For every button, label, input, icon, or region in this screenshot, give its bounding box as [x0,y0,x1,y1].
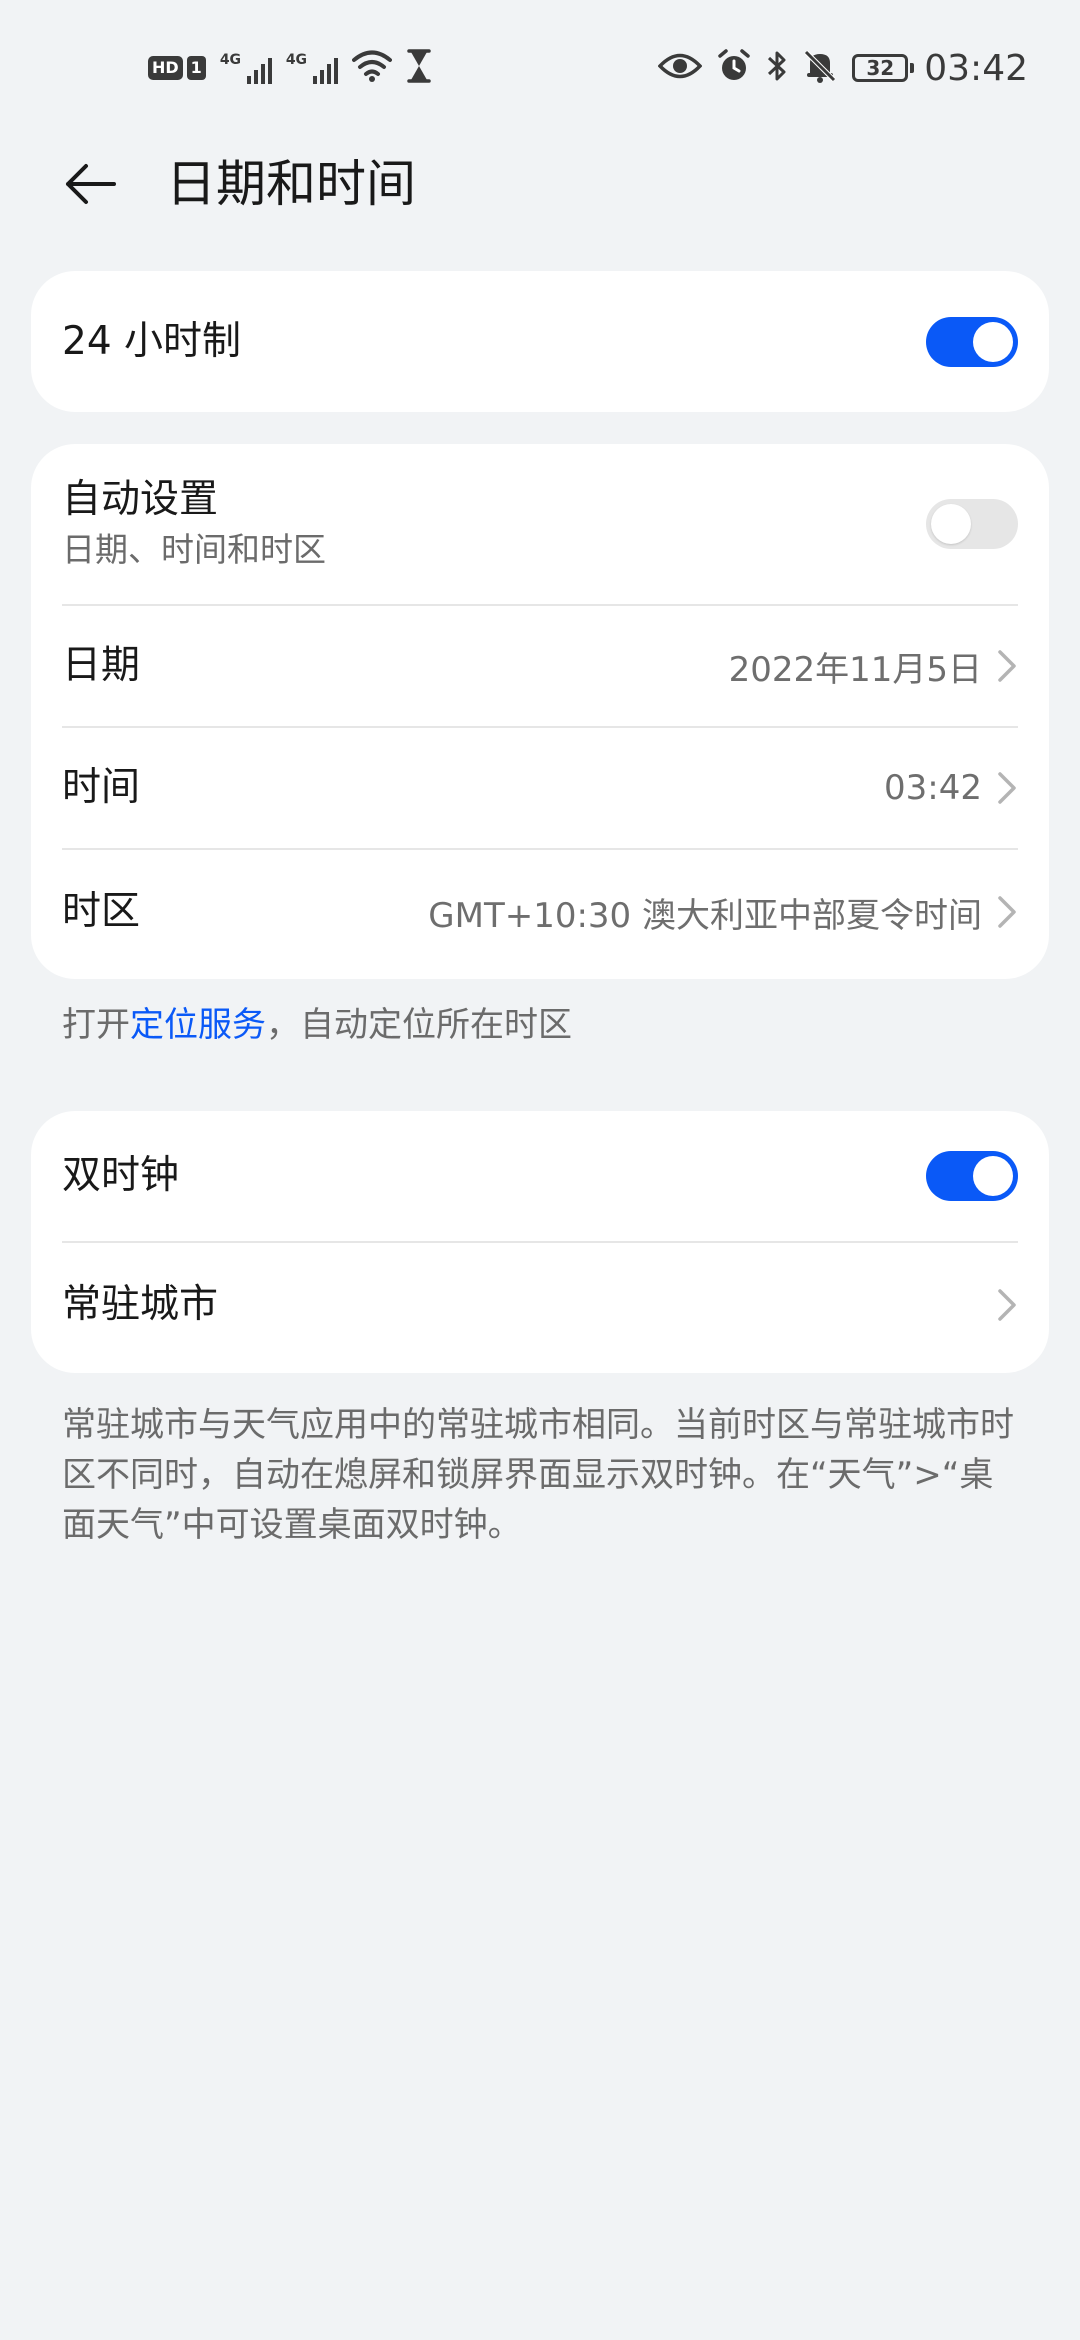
row-dual-clock[interactable]: 双时钟 [62,1111,1018,1241]
timezone-value: GMT+10:30 澳大利亚中部夏令时间 [428,895,982,936]
status-bar-left: HD 1 4G 4G [148,44,432,92]
location-note: 打开定位服务，自动定位所在时区 [62,1000,1022,1050]
date-label: 日期 [62,643,141,688]
back-button[interactable] [54,152,126,216]
page-title: 日期和时间 [166,155,416,213]
toggle-knob [973,1156,1013,1196]
location-note-suffix: ，自动定位所在时区 [266,1005,572,1045]
row-timezone[interactable]: 时区 GMT+10:30 澳大利亚中部夏令时间 [62,850,1018,974]
network-type-label: 4G [219,52,242,68]
cellular-signal-icon-2: 4G [286,50,338,86]
bluetooth-icon [766,48,788,88]
auto-set-text: 自动设置 日期、时间和时区 [62,476,326,572]
status-bar-right: 32 03:42 [657,44,1028,92]
time-label: 时间 [62,765,141,810]
eye-icon [657,51,703,85]
wifi-icon [351,49,392,87]
row-date[interactable]: 日期 2022年11月5日 [62,606,1018,726]
auto-set-title: 自动设置 [62,477,219,522]
dual-clock-label: 双时钟 [62,1153,180,1198]
cellular-signal-icon: 4G [220,50,272,86]
chevron-right-icon [998,1289,1016,1321]
auto-set-subtitle: 日期、时间和时区 [62,530,326,569]
timezone-value-wrap: GMT+10:30 澳大利亚中部夏令时间 [428,888,1018,937]
date-value: 2022年11月5日 [728,649,982,690]
row-24-hour[interactable]: 24 小时制 [62,271,1018,412]
hd-voice-icon: HD 1 [148,56,206,80]
card-date-time: 自动设置 日期、时间和时区 日期 2022年11月5日 时间 03:42 时区 … [31,444,1049,979]
chevron-right-icon [998,896,1016,928]
row-time[interactable]: 时间 03:42 [62,728,1018,848]
battery-icon: 32 [852,54,915,82]
alarm-icon [716,48,752,88]
location-note-prefix: 打开 [62,1005,130,1045]
auto-set-toggle[interactable] [926,499,1018,549]
sim-label: 1 [186,56,206,80]
time-value-wrap: 03:42 [884,768,1018,808]
chevron-right-icon [998,772,1016,804]
toggle-knob [973,321,1013,362]
date-value-wrap: 2022年11月5日 [729,642,1018,691]
row-home-city[interactable]: 常驻城市 [62,1243,1018,1367]
dual-clock-toggle[interactable] [926,1151,1018,1201]
hd-label: HD [148,56,183,80]
network-type-label-2: 4G [285,52,308,68]
row-auto-set[interactable]: 自动设置 日期、时间和时区 [62,444,1018,604]
status-time: 03:42 [924,47,1028,89]
24-hour-label: 24 小时制 [62,318,242,364]
chevron-right-icon [998,650,1016,682]
status-bar: HD 1 4G 4G 32 03:42 [0,0,1080,132]
dual-clock-note: 常驻城市与天气应用中的常驻城市相同。当前时区与常驻城市时区不同时，自动在熄屏和锁… [62,1405,1014,1545]
24-hour-toggle[interactable] [926,316,1018,367]
location-service-link[interactable]: 定位服务 [130,1005,266,1045]
card-24-hour: 24 小时制 [31,271,1049,412]
time-value: 03:42 [884,768,982,808]
home-city-label: 常驻城市 [62,1282,219,1327]
back-arrow-icon [66,164,116,204]
mute-icon [802,48,838,88]
battery-level: 32 [866,56,895,80]
hourglass-icon [406,49,432,87]
toggle-knob [931,504,971,544]
timezone-label: 时区 [62,889,141,934]
card-dual-clock: 双时钟 常驻城市 [31,1111,1049,1373]
header: 日期和时间 [0,132,1080,236]
